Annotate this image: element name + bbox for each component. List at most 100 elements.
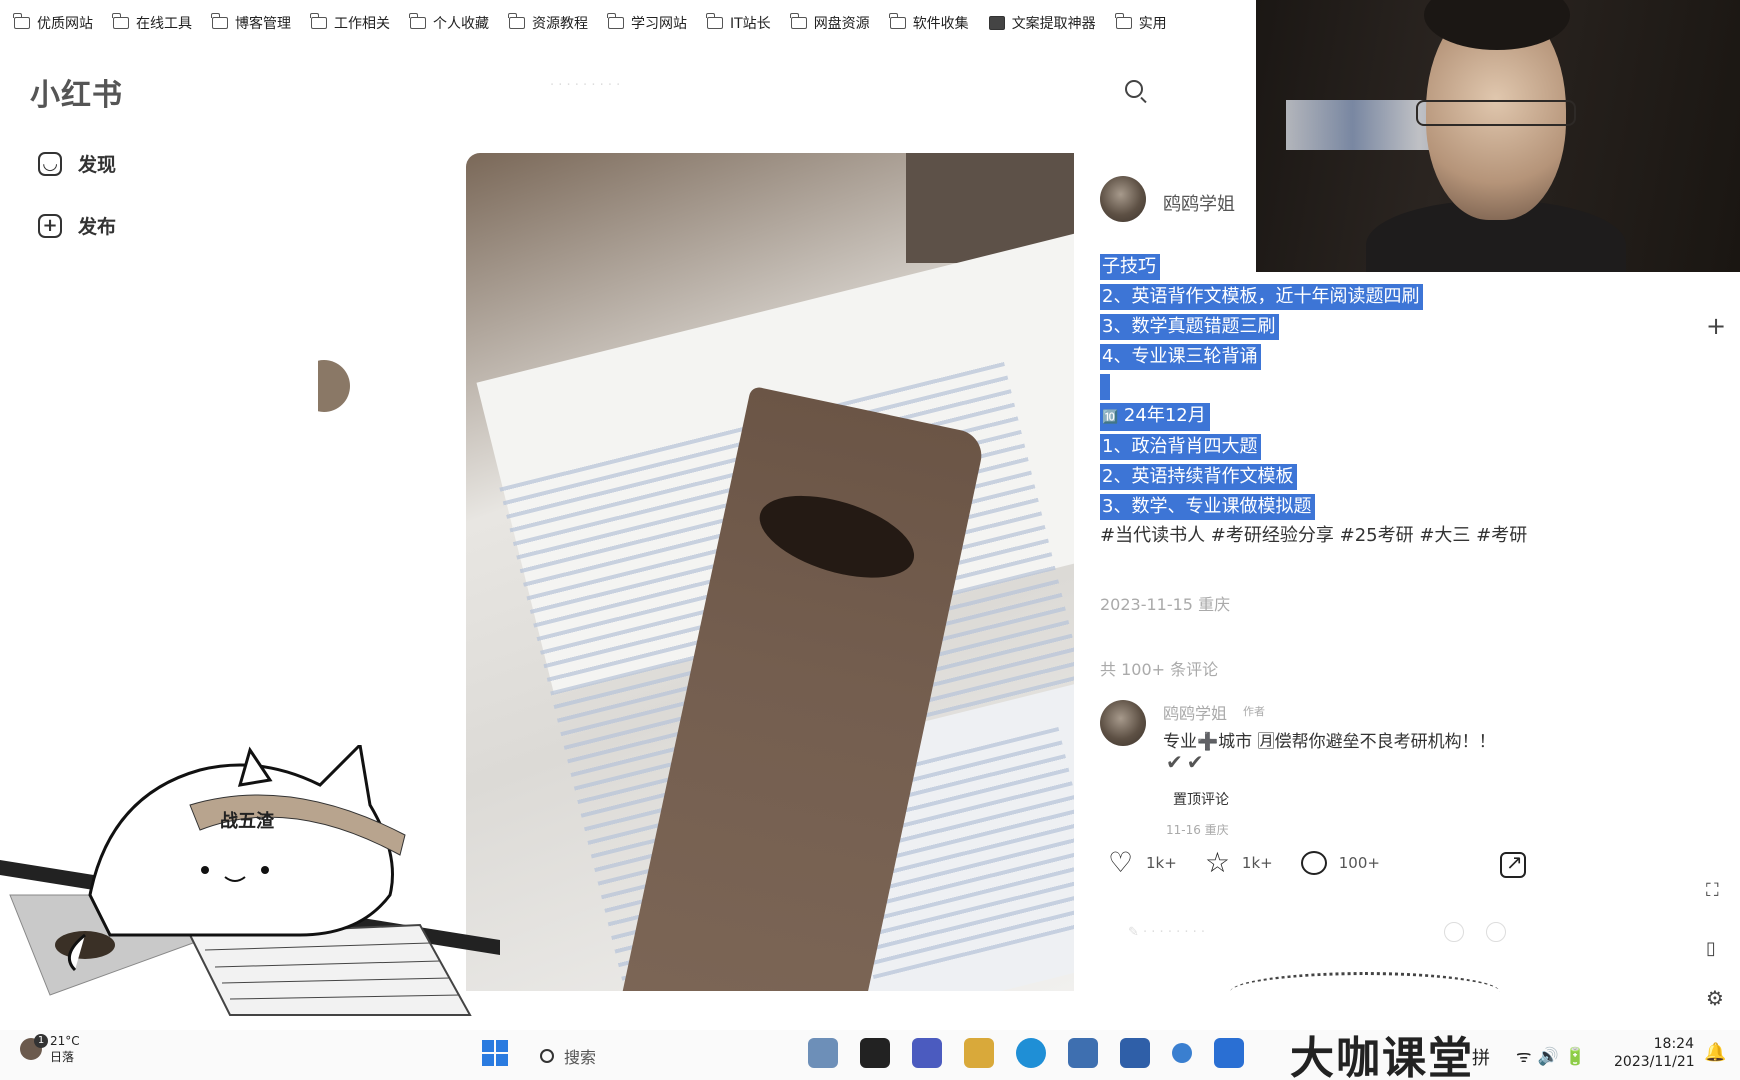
bookmark-item[interactable]: 博客管理 [211, 13, 291, 33]
bite-mark [750, 479, 924, 594]
windows-start-icon[interactable] [482, 1040, 508, 1066]
teams-icon[interactable] [912, 1038, 942, 1068]
comment-bubble-icon [1300, 851, 1327, 875]
bookmark-item[interactable]: 网盘资源 [790, 13, 870, 33]
bookmark-label: 文案提取神器 [1011, 16, 1096, 32]
settings-icon[interactable]: ⚙ [1706, 986, 1724, 1010]
taskbar-search[interactable]: 搜索 [540, 1044, 596, 1068]
nav-discover[interactable]: ◡ 发现 [38, 150, 116, 177]
content-line: 子技巧 [1100, 254, 1160, 280]
clock-time: 18:24 [1653, 1036, 1694, 1052]
store-icon[interactable] [1068, 1038, 1098, 1068]
search-input[interactable]: · · · · · · · · · [550, 78, 620, 93]
content-line: 2、英语持续背作文模板 [1100, 464, 1298, 490]
check-marks: ✔✔ [1166, 750, 1208, 774]
bookmarks-bar: 优质网站 在线工具 博客管理 工作相关 个人收藏 资源教程 学习网站 IT站长 网盘资源 软件收集… [0, 0, 1260, 46]
like-button[interactable]: ♡ 1k+ [1108, 849, 1177, 877]
brand-rocket-trail [1230, 972, 1500, 1012]
file-explorer-icon[interactable] [964, 1038, 994, 1068]
share-icon[interactable] [1500, 850, 1526, 878]
app-icon-1[interactable] [808, 1038, 838, 1068]
folder-icon [310, 13, 327, 29]
app-icon-2[interactable] [860, 1038, 890, 1068]
bookmark-item[interactable]: 优质网站 [13, 13, 93, 33]
bookmark-item[interactable]: IT站长 [706, 13, 771, 33]
sidebar-icon[interactable]: ▯ [1706, 938, 1716, 959]
emoji-icon[interactable] [1486, 922, 1506, 942]
keyboard [188, 923, 472, 1016]
bookmark-item[interactable]: 在线工具 [112, 13, 192, 33]
collapse-handle[interactable] [318, 360, 350, 412]
bookmark-item[interactable]: 学习网站 [607, 13, 687, 33]
author-avatar[interactable] [1100, 176, 1146, 222]
folder-icon [112, 13, 129, 29]
number-ten-emoji: 🔟 [1102, 410, 1119, 425]
collect-count: 1k+ [1241, 854, 1273, 872]
bookmark-item[interactable]: 软件收集 [889, 13, 969, 33]
presenter-glasses [1416, 100, 1576, 126]
add-icon[interactable]: + [1706, 312, 1726, 340]
bookmark-item[interactable]: 个人收藏 [409, 13, 489, 33]
post-image[interactable] [466, 153, 1074, 991]
star-icon: ☆ [1204, 846, 1230, 879]
post-tags[interactable]: #当代读书人 #考研经验分享 #25考研 #大三 #考研 [1100, 522, 1540, 550]
author-badge: 作者 [1243, 705, 1265, 718]
collect-button[interactable]: ☆ 1k+ [1204, 846, 1273, 879]
webcam-overlay [1256, 0, 1740, 272]
bookmark-label: 网盘资源 [813, 16, 870, 32]
app-icon-8[interactable] [1172, 1043, 1192, 1063]
notification-bell-icon[interactable]: 🔔 [1704, 1042, 1726, 1063]
folder-icon [409, 13, 426, 29]
folder-icon [211, 13, 228, 29]
content-line: 4、专业课三轮背诵 [1100, 344, 1262, 370]
commenter-avatar[interactable] [1100, 700, 1146, 746]
weather-status: 日落 [50, 1050, 75, 1064]
bookmark-label: 优质网站 [37, 16, 93, 32]
app-logo[interactable]: 小红书 [30, 70, 123, 114]
content-line: 3、数学、专业课做模拟题 [1100, 494, 1316, 520]
notification-badge: 1 [34, 1034, 48, 1048]
weather-widget[interactable]: 1 21°C 日落 [20, 1033, 80, 1065]
app-icon-7[interactable] [1120, 1038, 1150, 1068]
app-icon-9[interactable] [1214, 1038, 1244, 1068]
nav-publish[interactable]: + 发布 [38, 212, 116, 239]
temperature: 21°C [50, 1034, 80, 1048]
post-content-selected: 子技巧 2、英语背作文模板，近十年阅读题四刷 3、数学真题错题三刷 4、专业课三… [1100, 254, 1424, 520]
engagement-bar: ♡ 1k+ ☆ 1k+ 100+ [1108, 846, 1394, 879]
mention-icon[interactable] [1444, 922, 1464, 942]
folder-icon [508, 13, 525, 29]
like-count: 1k+ [1146, 854, 1177, 872]
pinned-label: 置顶评论 [1173, 792, 1229, 808]
search-icon [540, 1049, 554, 1063]
nav-discover-label: 发现 [78, 154, 117, 176]
taskbar-search-label: 搜索 [564, 1048, 597, 1067]
bookmark-label: 个人收藏 [433, 16, 489, 32]
cat-body [88, 745, 394, 937]
nav-publish-label: 发布 [78, 216, 117, 238]
comment-text: 专业➕城市 🈷偿帮你避垒不良考研机构！！ [1163, 732, 1496, 752]
weather-icon: 1 [20, 1034, 48, 1060]
author-name[interactable]: 鸥鸥学姐 [1163, 190, 1235, 216]
bookmark-label: IT站长 [730, 16, 771, 32]
commenter-name[interactable]: 鸥鸥学姐 [1163, 700, 1227, 724]
tool-icon [988, 16, 1005, 30]
bookmark-label: 在线工具 [136, 16, 192, 32]
content-line: 1、政治背肖四大题 [1100, 434, 1262, 460]
edge-icon[interactable] [1016, 1038, 1046, 1068]
folder-icon [889, 13, 906, 29]
content-line: 2、英语背作文模板，近十年阅读题四刷 [1100, 284, 1424, 310]
bookmark-item[interactable]: 文案提取神器 [988, 13, 1096, 33]
bookmark-label: 工作相关 [334, 16, 390, 32]
ime-indicator[interactable]: 拼 [1472, 1044, 1490, 1070]
system-tray-icons[interactable]: ᯤ🔊🔋 [1516, 1044, 1592, 1067]
comment-input[interactable]: ✎ · · · · · · · · [1128, 925, 1205, 940]
bookmark-item[interactable]: 实用 [1115, 13, 1167, 33]
search-icon[interactable] [1125, 80, 1143, 98]
taskbar-clock[interactable]: 18:24 2023/11/21 [1614, 1035, 1695, 1071]
taskbar-apps [808, 1038, 1244, 1068]
bookmark-item[interactable]: 资源教程 [508, 13, 588, 33]
bookmark-item[interactable]: 工作相关 [310, 13, 390, 33]
folder-icon [1115, 13, 1132, 29]
comment-button[interactable]: 100+ [1300, 851, 1380, 875]
screenshot-icon[interactable]: ⛶ [1706, 880, 1719, 901]
